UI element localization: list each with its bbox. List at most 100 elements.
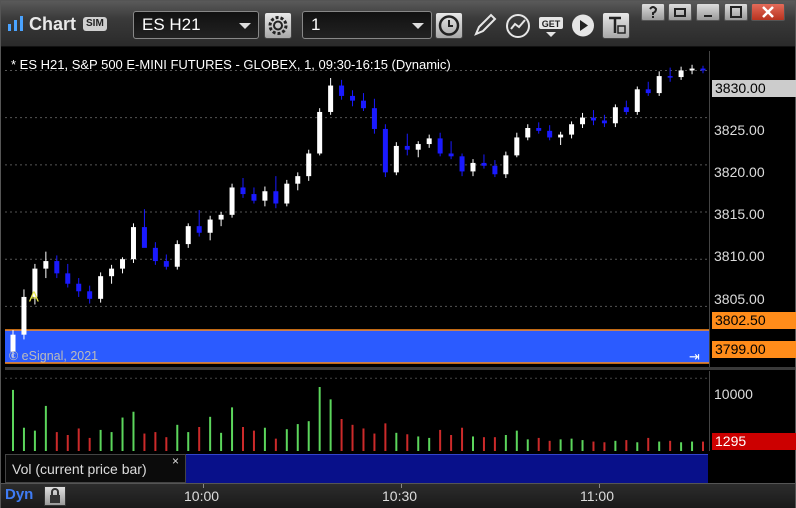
candle xyxy=(360,93,366,112)
title-bar[interactable]: Chart SIM ES H21 1 GET xyxy=(1,1,795,47)
candle xyxy=(317,108,323,156)
candle xyxy=(459,153,465,177)
volume-study-label[interactable]: Vol (current price bar) xyxy=(5,454,186,483)
price-axis-label: 3820.00 xyxy=(714,164,765,180)
candle-body xyxy=(196,226,202,233)
price-axis[interactable]: 3830.00 3825.00 3820.00 3815.00 3810.00 … xyxy=(709,51,796,367)
time-axis[interactable]: Dyn 10:00 10:30 11:00 xyxy=(1,483,795,508)
candle-body xyxy=(21,296,27,335)
candle-body xyxy=(393,145,399,173)
help-button[interactable] xyxy=(641,3,665,21)
candle xyxy=(667,67,673,82)
candle-body xyxy=(339,85,345,96)
time-label: 11:00 xyxy=(580,488,614,504)
candle xyxy=(448,141,454,160)
pane-separator[interactable] xyxy=(5,367,795,370)
candle xyxy=(371,98,377,134)
candle xyxy=(174,240,180,270)
candle xyxy=(623,100,629,115)
candle-body xyxy=(481,162,487,166)
gear-icon xyxy=(268,16,288,35)
restore-icon xyxy=(674,8,686,17)
studies-button[interactable] xyxy=(504,12,532,39)
dynamic-button[interactable]: Dyn xyxy=(5,486,33,503)
lock-icon[interactable] xyxy=(44,486,66,506)
candle xyxy=(404,133,410,156)
band-low-flag: 3799.00 xyxy=(712,341,796,358)
symbol-combo[interactable]: ES H21 xyxy=(133,11,259,39)
candle xyxy=(503,151,509,179)
price-axis-label: 3810.00 xyxy=(714,248,765,264)
price-band xyxy=(5,329,709,363)
candle-body xyxy=(251,194,257,201)
volume-chart[interactable] xyxy=(5,371,709,451)
time-label: 10:00 xyxy=(184,488,220,504)
candle-body xyxy=(295,176,301,184)
minimize-button[interactable] xyxy=(696,3,720,21)
candle-body xyxy=(76,283,82,292)
maximize-button[interactable] xyxy=(724,3,748,21)
candle-body xyxy=(54,261,60,274)
candle-body xyxy=(141,227,147,248)
price-chart[interactable]: A xyxy=(5,51,709,367)
play-icon xyxy=(572,14,594,37)
candle-body xyxy=(580,117,586,125)
study-title-bar[interactable] xyxy=(186,454,708,483)
chevron-down-icon xyxy=(412,23,424,29)
close-button[interactable] xyxy=(751,3,785,21)
candle-body xyxy=(152,247,158,262)
candle-body xyxy=(547,130,553,138)
candle-body xyxy=(130,227,136,260)
study-icon xyxy=(506,14,530,38)
candle xyxy=(207,215,213,241)
window-title: Chart xyxy=(29,14,77,34)
candle xyxy=(196,210,202,237)
volume-axis[interactable]: 10000 1295 xyxy=(709,371,796,451)
candle xyxy=(109,264,115,284)
candle xyxy=(284,179,290,207)
candle-body xyxy=(470,162,476,172)
interval-combo[interactable]: 1 xyxy=(302,11,432,39)
chevron-down-icon xyxy=(239,23,251,29)
candle xyxy=(141,209,147,248)
candle xyxy=(251,187,257,204)
time-template-button[interactable] xyxy=(435,12,463,39)
candle xyxy=(185,223,191,248)
volume-pane[interactable] xyxy=(5,371,709,451)
get-data-button[interactable]: GET xyxy=(537,12,565,39)
candle xyxy=(700,65,706,74)
replay-button[interactable] xyxy=(569,12,597,39)
candle-body xyxy=(503,155,509,175)
candle xyxy=(306,149,312,181)
price-pane[interactable]: A xyxy=(5,51,709,367)
candle xyxy=(262,186,268,207)
candle xyxy=(393,142,399,176)
esignal-watermark: © eSignal, 2021 xyxy=(9,349,99,363)
candle-body xyxy=(87,291,93,299)
restore-button[interactable] xyxy=(668,3,692,21)
price-axis-label: 3825.00 xyxy=(714,122,765,138)
candle xyxy=(273,176,279,209)
text-tool-button[interactable] xyxy=(602,12,630,39)
candle-body xyxy=(109,268,115,277)
candle-body xyxy=(185,226,191,245)
chart-caption: * ES H21, S&P 500 E-MINI FUTURES - GLOBE… xyxy=(11,57,451,72)
candle-body xyxy=(229,187,235,215)
candle xyxy=(65,263,71,288)
scroll-to-end-icon[interactable]: ⇥ xyxy=(689,349,700,365)
candle xyxy=(525,124,531,141)
candle-body xyxy=(371,108,377,129)
candle-body xyxy=(415,144,421,150)
drawing-tools-button[interactable] xyxy=(471,12,499,39)
candle-body xyxy=(218,214,224,220)
band-high-flag: 3802.50 xyxy=(712,312,796,329)
close-study-icon[interactable]: × xyxy=(172,454,179,468)
candle-body xyxy=(448,153,454,157)
symbol-value: ES H21 xyxy=(142,15,201,34)
settings-button[interactable] xyxy=(264,12,292,39)
candle-body xyxy=(350,95,356,101)
candle-body xyxy=(207,219,213,233)
candle xyxy=(350,90,356,107)
candle-body xyxy=(634,89,640,112)
price-axis-label: 3815.00 xyxy=(714,206,765,222)
